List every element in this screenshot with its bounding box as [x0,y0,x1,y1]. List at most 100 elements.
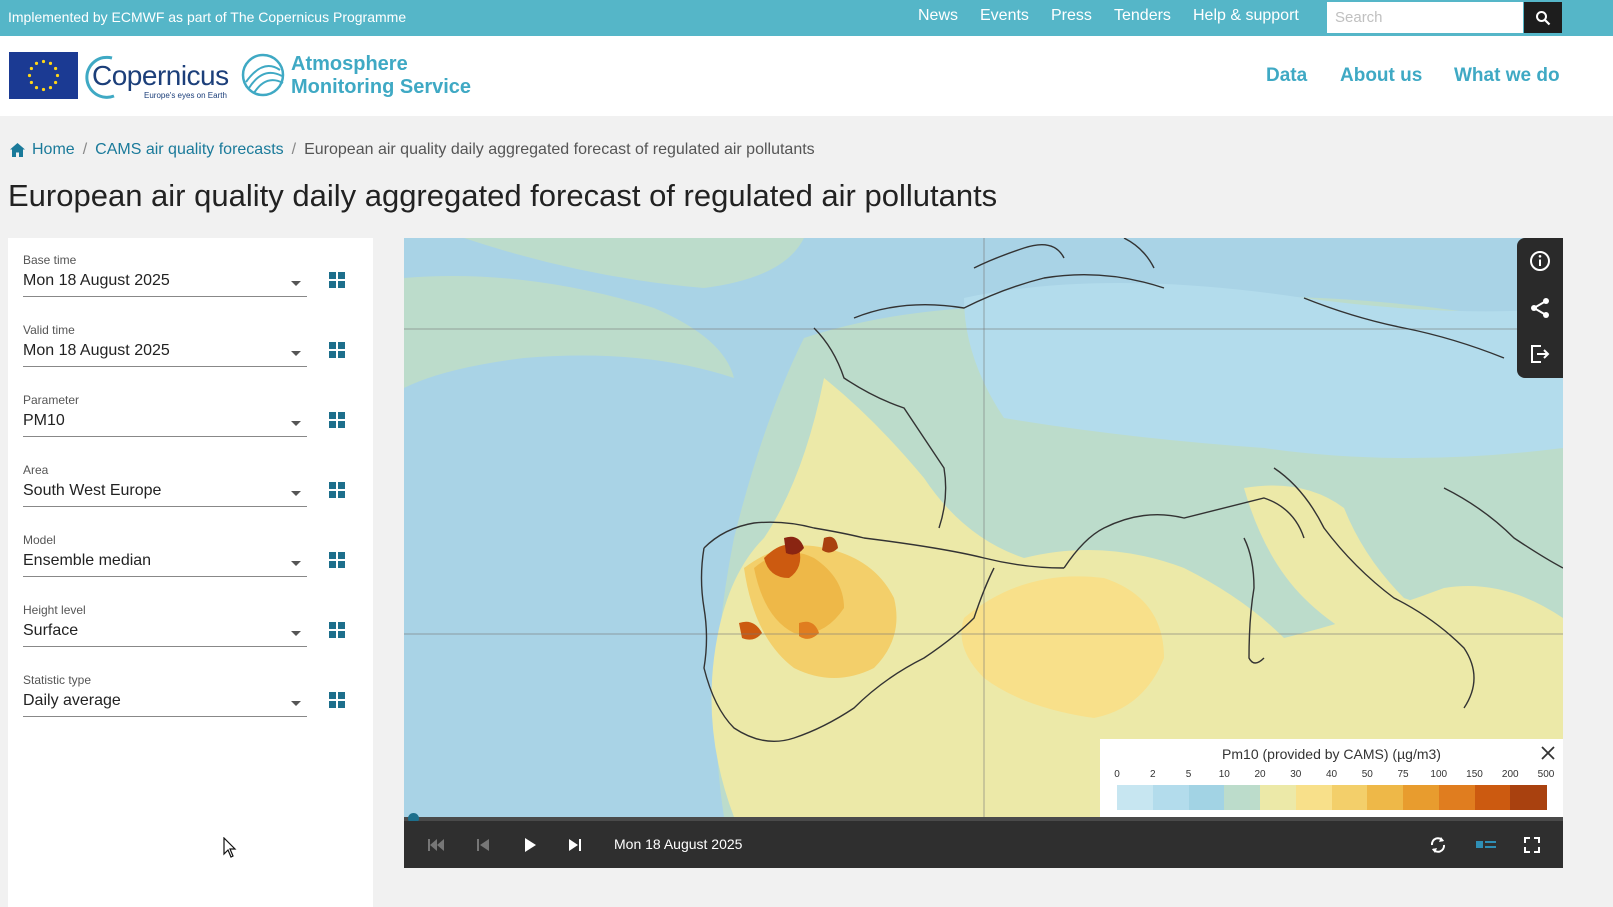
statistic-type-select[interactable]: Statistic type Daily average [23,673,307,717]
mainnav-data[interactable]: Data [1266,65,1307,87]
legend-color-swatch [1224,785,1261,810]
fullscreen-icon [1524,836,1540,853]
share-button[interactable] [1517,285,1563,331]
playback-controls: Mon 18 August 2025 [404,821,1563,868]
legend-tick-label: 500 [1537,769,1555,780]
legend-tick-label: 10 [1218,769,1230,780]
mainnav-about-us[interactable]: About us [1340,65,1422,87]
legend-color-swatch [1188,785,1225,810]
height-level-select[interactable]: Height level Surface [23,603,307,647]
home-icon[interactable] [10,143,25,157]
parameter-grid-button[interactable] [329,412,345,428]
legend-tick-label: 75 [1397,769,1409,780]
breadcrumb-separator: / [82,141,88,158]
model-value: Ensemble median [23,552,152,569]
skip-to-start-icon [428,838,444,851]
legend-close-button[interactable] [1540,745,1556,766]
legend-color-swatch [1295,785,1332,810]
export-button[interactable] [1517,331,1563,377]
mainnav-what-we-do[interactable]: What we do [1454,65,1560,87]
share-icon [1531,298,1549,318]
area-label: Area [23,463,49,477]
search-icon [1536,10,1551,25]
legend-color-swatch [1510,785,1547,810]
info-icon [1530,251,1550,271]
topnav-events[interactable]: Events [980,7,1029,25]
play-icon [525,837,536,852]
next-frame-button[interactable] [564,821,586,868]
legend-tick-label: 40 [1325,769,1338,780]
statistic-type-grid-button[interactable] [329,692,345,708]
cams-title-line1: Atmosphere [291,53,408,75]
breadcrumb-separator: / [291,141,297,158]
previous-frame-button[interactable] [472,821,494,868]
topnav-help-support[interactable]: Help & support [1193,7,1299,25]
site-header: Copernicus Europe's eyes on Earth Atmosp… [0,36,1613,116]
current-date-label: Mon 18 August 2025 [614,836,743,852]
legend-list-icon [1476,840,1496,848]
height-level-grid-button[interactable] [329,622,345,638]
base-time-value: Mon 18 August 2025 [23,272,170,289]
breadcrumb-home[interactable]: Home [32,141,75,159]
step-back-icon [477,838,489,851]
play-button[interactable] [519,821,541,868]
chevron-down-icon [291,631,301,636]
map-toolbar [1517,238,1563,378]
forecast-map[interactable] [404,238,1563,817]
first-frame-button[interactable] [424,821,448,868]
topnav-tenders[interactable]: Tenders [1114,7,1171,25]
top-utility-bar: Implemented by ECMWF as part of The Cope… [0,0,1613,36]
info-button[interactable] [1517,238,1563,284]
pm10-map-image[interactable] [404,238,1563,817]
area-grid-button[interactable] [329,482,345,498]
close-icon [1541,746,1555,760]
chevron-down-icon [291,491,301,496]
breadcrumb: Home / CAMS air quality forecasts / Euro… [10,141,815,159]
legend-tick-label: 0 [1114,769,1120,780]
search-button[interactable] [1524,2,1562,33]
legend-color-swatch [1152,785,1189,810]
loop-button[interactable] [1426,821,1450,868]
search-input[interactable] [1327,2,1523,33]
legend-tick-label: 30 [1290,769,1302,780]
cams-globe-icon[interactable] [240,52,286,98]
statistic-type-label: Statistic type [23,673,92,687]
parameter-value: PM10 [23,412,65,429]
legend-toggle-button[interactable] [1474,821,1498,868]
base-time-grid-button[interactable] [329,272,345,288]
legend-tick-label: 150 [1466,769,1483,780]
breadcrumb-cams-air-quality[interactable]: CAMS air quality forecasts [95,141,284,159]
model-label: Model [23,533,56,547]
parameter-select[interactable]: Parameter PM10 [23,393,307,437]
legend-tick-label: 20 [1254,769,1266,780]
base-time-select[interactable]: Base time Mon 18 August 2025 [23,253,307,297]
chevron-down-icon [291,281,301,286]
copernicus-logo-text[interactable]: Copernicus [92,60,229,92]
cams-title-line2: Monitoring Service [291,76,472,98]
height-level-value: Surface [23,622,79,639]
loop-icon [1430,836,1446,853]
breadcrumb-current: European air quality daily aggregated fo… [304,141,815,158]
valid-time-select[interactable]: Valid time Mon 18 August 2025 [23,323,307,367]
legend-color-swatch [1260,785,1297,810]
controls-panel: Base time Mon 18 August 2025 Valid time … [8,238,373,907]
chevron-down-icon [291,701,301,706]
eu-flag-logo[interactable] [9,52,78,99]
legend-color-swatch [1331,785,1368,810]
chevron-down-icon [291,351,301,356]
height-level-label: Height level [23,603,86,617]
fullscreen-button[interactable] [1520,821,1544,868]
page-title: European air quality daily aggregated fo… [8,178,998,213]
topnav-news[interactable]: News [918,7,958,25]
base-time-label: Base time [23,253,77,267]
valid-time-grid-button[interactable] [329,342,345,358]
area-select[interactable]: Area South West Europe [23,463,307,507]
area-value: South West Europe [23,482,162,499]
topnav-press[interactable]: Press [1051,7,1092,25]
legend-tick-label: 5 [1185,769,1192,780]
legend-tick-label: 200 [1501,769,1519,780]
model-select[interactable]: Model Ensemble median [23,533,307,577]
legend-color-swatch [1117,785,1154,810]
model-grid-button[interactable] [329,552,345,568]
legend-title: Pm10 (provided by CAMS) (µg/m3) [1222,746,1441,762]
